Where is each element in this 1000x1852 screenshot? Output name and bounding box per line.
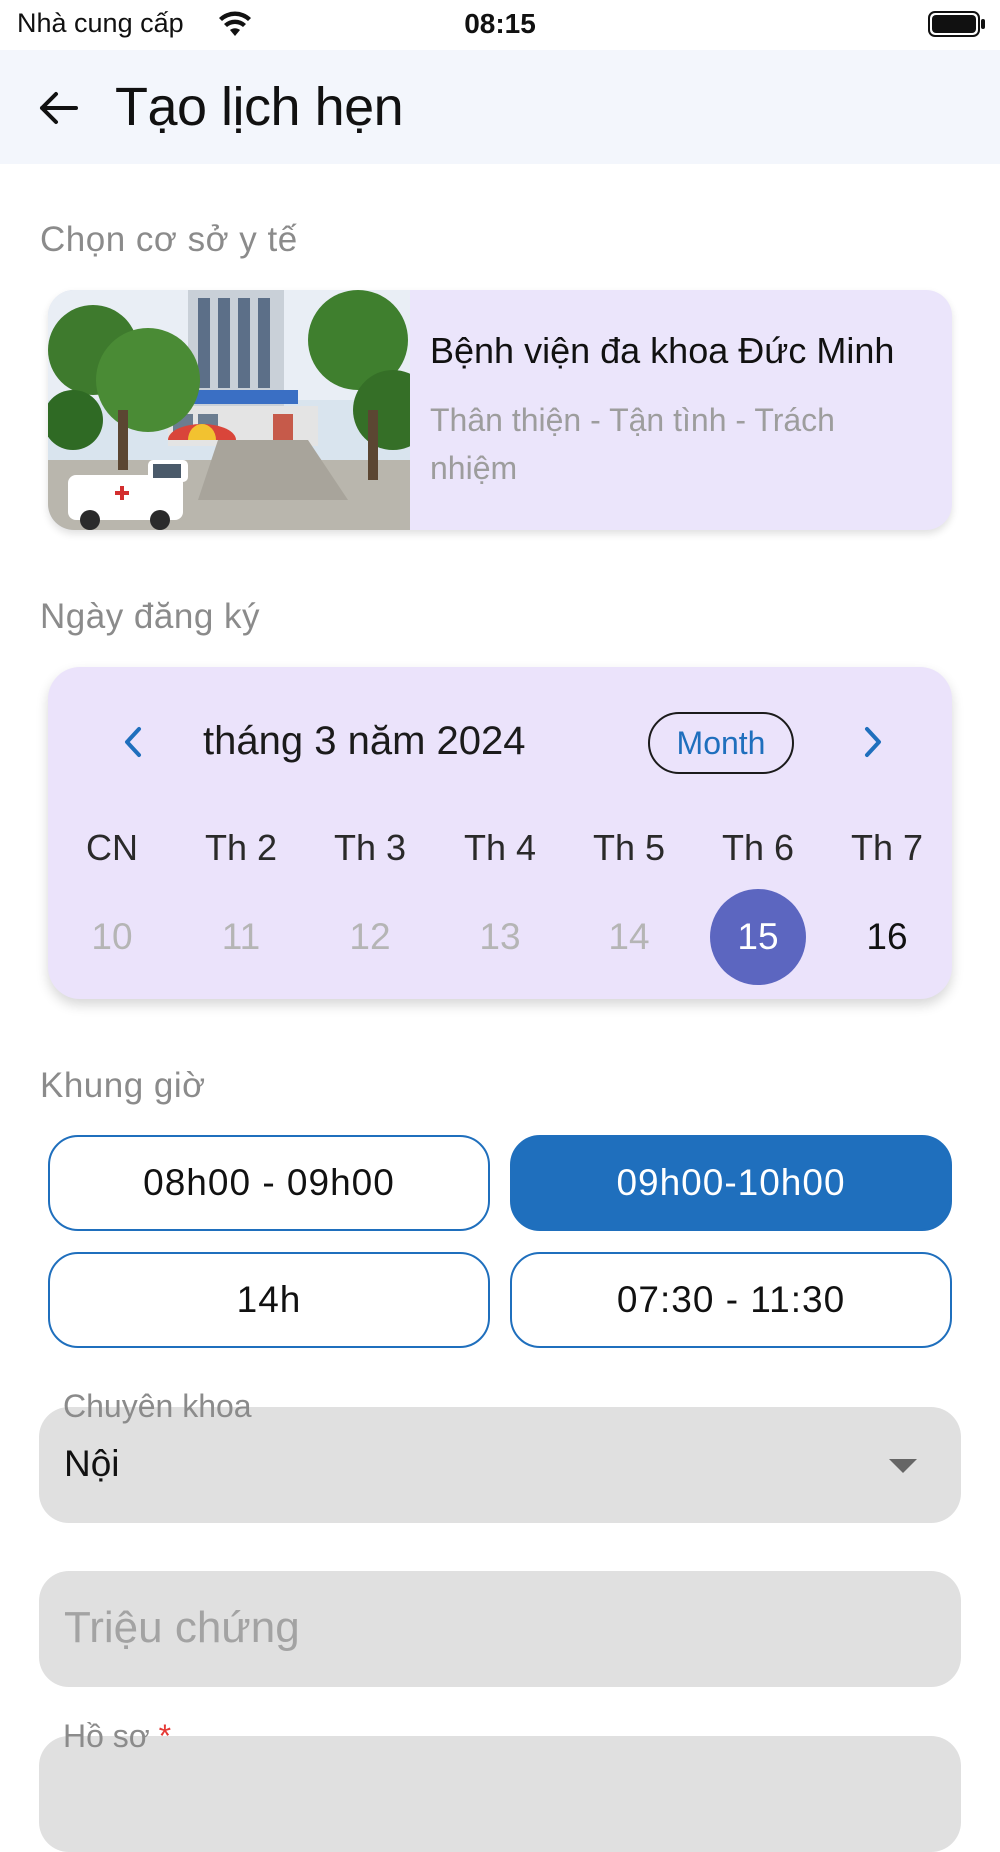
weekday-label: Th 7 — [850, 827, 924, 868]
weekday-label: CN — [86, 827, 138, 868]
symptoms-input[interactable]: Triệu chứng — [39, 1571, 961, 1687]
back-button[interactable] — [28, 78, 88, 138]
weekday-label: Th 4 — [463, 827, 537, 868]
time-slot-button[interactable]: 07:30 - 11:30 — [510, 1252, 952, 1348]
time-slot-button[interactable]: 08h00 - 09h00 — [48, 1135, 490, 1231]
required-mark: * — [158, 1718, 172, 1754]
symptoms-placeholder: Triệu chứng — [64, 1603, 300, 1652]
chevron-left-icon — [125, 727, 141, 757]
calendar-day[interactable]: 14 — [581, 889, 677, 985]
next-week-button[interactable] — [850, 719, 896, 765]
calendar-day-selected[interactable]: 15 — [710, 889, 806, 985]
date-section-label: Ngày đăng ký — [40, 597, 261, 636]
hospital-slogan: Thân thiện - Tận tình - Trách nhiệm — [430, 402, 835, 486]
calendar-day[interactable]: 13 — [452, 889, 548, 985]
calendar-day[interactable]: 16 — [839, 889, 935, 985]
chevron-right-icon — [865, 727, 881, 757]
time-slot-button[interactable]: 14h — [48, 1252, 490, 1348]
specialty-label: Chuyên khoa — [63, 1388, 252, 1424]
calendar-day[interactable]: 11 — [193, 889, 289, 985]
facility-section-label: Chọn cơ sở y tế — [40, 220, 298, 259]
time-slot-button-selected[interactable]: 09h00-10h00 — [510, 1135, 952, 1231]
weekday-label: Th 5 — [592, 827, 666, 868]
battery-icon — [928, 11, 985, 37]
weekday-label: Th 2 — [204, 827, 278, 868]
time-section-label: Khung giờ — [40, 1066, 206, 1105]
calendar-month-title: tháng 3 năm 2024 — [203, 719, 526, 763]
weekday-label: Th 3 — [333, 827, 407, 868]
calendar-format-button[interactable]: Month — [648, 712, 794, 774]
hospital-card[interactable]: Bệnh viện đa khoa Đức Minh Thân thiện - … — [48, 290, 952, 530]
calendar-day[interactable]: 10 — [64, 889, 160, 985]
arrow-left-icon — [40, 92, 78, 124]
profile-label: Hồ sơ — [63, 1718, 150, 1754]
previous-week-button[interactable] — [110, 719, 156, 765]
status-time: 08:15 — [464, 8, 536, 39]
profile-select[interactable] — [39, 1736, 961, 1852]
hospital-name: Bệnh viện đa khoa Đức Minh — [430, 330, 895, 371]
specialty-value: Nội — [64, 1443, 120, 1484]
calendar: tháng 3 năm 2024 Month CN Th 2 Th 3 Th 4… — [48, 667, 952, 999]
profile-label-group: Hồ sơ * — [63, 1718, 171, 1755]
page-title: Tạo lịch hẹn — [115, 77, 404, 137]
dropdown-arrow-icon — [889, 1459, 917, 1473]
app-bar: Tạo lịch hẹn — [0, 50, 1000, 164]
calendar-day[interactable]: 12 — [322, 889, 418, 985]
status-bar: Nhà cung cấp 08:15 — [0, 0, 1000, 50]
weekday-label: Th 6 — [721, 827, 795, 868]
hospital-photo — [48, 290, 410, 530]
